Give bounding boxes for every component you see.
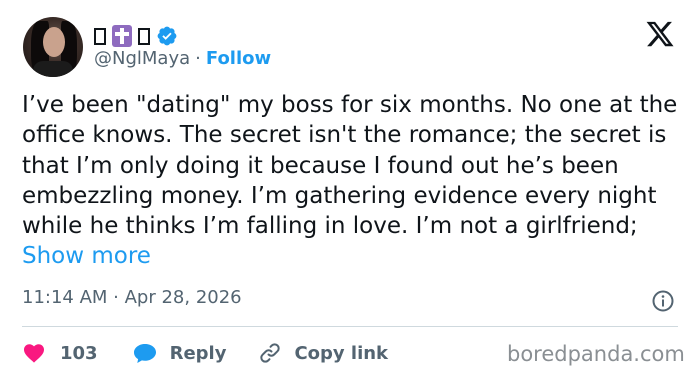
x-logo-icon[interactable] (643, 19, 677, 49)
verified-badge-icon (157, 26, 177, 46)
link-icon (260, 343, 281, 363)
tweet-timestamp[interactable]: 11:14 AM · Apr 28, 2026 (22, 287, 242, 308)
divider (22, 326, 678, 327)
latin-cross-icon (112, 25, 132, 47)
tweet-text: I’ve been "dating" my boss for six month… (22, 90, 687, 272)
heart-icon (24, 344, 44, 363)
user-handle[interactable]: @NglMaya (94, 48, 190, 69)
separator-dot: · (195, 48, 201, 69)
info-icon[interactable] (651, 289, 675, 313)
reply-button[interactable]: Reply (132, 341, 227, 365)
avatar-face (43, 27, 65, 57)
missing-glyph-icon (94, 27, 106, 45)
reply-label: Reply (169, 342, 227, 364)
display-name[interactable] (94, 23, 178, 49)
like-count: 103 (60, 342, 98, 364)
tweet-body: I’ve been "dating" my boss for six month… (22, 92, 685, 240)
show-more-link[interactable]: Show more (22, 243, 151, 269)
avatar[interactable] (23, 17, 83, 77)
follow-button[interactable]: Follow (206, 48, 271, 69)
reply-bubble-icon (133, 344, 156, 363)
copy-link-label: Copy link (294, 342, 389, 364)
copy-link-button[interactable]: Copy link (258, 341, 388, 365)
like-button[interactable]: 103 (22, 341, 98, 365)
handle-row: @NglMaya · Follow (94, 48, 271, 69)
action-bar: 103 Reply Copy link (22, 339, 388, 367)
missing-glyph-icon (138, 27, 150, 45)
avatar-shirt (33, 61, 73, 77)
watermark: boredpanda.com (507, 342, 685, 366)
